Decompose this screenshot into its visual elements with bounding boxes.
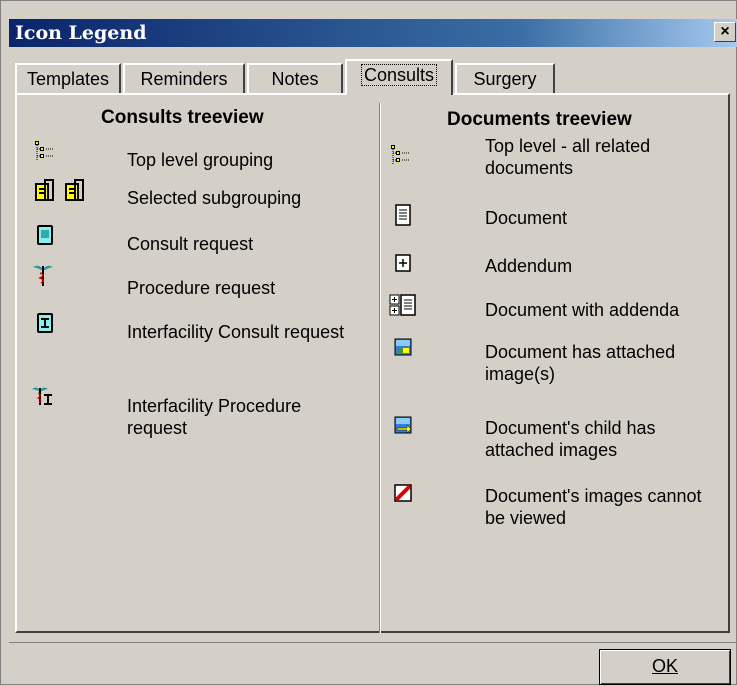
interfacility-consult-icon	[33, 311, 57, 335]
consults-heading: Consults treeview	[101, 107, 264, 128]
documents-item-label: Document has attached image(s)	[485, 342, 676, 384]
tab-surgery-label: Surgery	[473, 69, 537, 89]
tab-notes-label: Notes	[271, 69, 319, 89]
addendum-icon	[391, 251, 415, 275]
tab-panel-consults: Consults treeview Top level grouping Sel…	[15, 93, 730, 633]
documents-heading: Documents treeview	[447, 109, 632, 130]
caduceus-icon	[31, 263, 55, 287]
column-divider	[379, 103, 381, 633]
documents-item-label: Top level - all related documents	[485, 136, 651, 178]
documents-item-label: Document's child has attached images	[485, 418, 656, 460]
documents-item-label: Document	[485, 208, 568, 228]
document-addenda-icon	[389, 293, 417, 317]
child-image-icon	[391, 413, 415, 437]
consult-request-icon	[33, 223, 57, 247]
attached-image-icon	[391, 335, 415, 359]
tab-notes[interactable]: Notes	[247, 63, 343, 93]
consults-item-label: Interfacility Consult request	[127, 322, 345, 342]
interfacility-procedure-icon	[31, 385, 55, 409]
tab-consults[interactable]: Consults	[345, 59, 453, 95]
tab-templates[interactable]: Templates	[15, 63, 121, 93]
tab-surgery[interactable]: Surgery	[455, 63, 555, 93]
tab-templates-label: Templates	[26, 69, 110, 89]
documents-item-label: Document with addenda	[485, 300, 680, 320]
ok-button[interactable]: OK	[599, 649, 731, 685]
tree-grouping-icon	[33, 139, 57, 163]
tree-grouping-icon	[389, 143, 413, 167]
close-button[interactable]: ×	[714, 22, 736, 42]
icon-legend-window: Icon Legend × Templates Reminders Notes …	[0, 0, 737, 685]
image-unviewable-icon	[391, 481, 415, 505]
tab-reminders-label: Reminders	[140, 69, 228, 89]
documents-item-label: Document's images cannot be viewed	[485, 486, 702, 528]
tab-reminders[interactable]: Reminders	[123, 63, 245, 93]
documents-item-label: Addendum	[485, 256, 573, 276]
folder-pair-icon	[33, 179, 89, 203]
consults-item-label: Interfacility Procedure request	[127, 396, 302, 438]
consults-item-label: Selected subgrouping	[127, 188, 302, 208]
document-icon	[391, 203, 415, 227]
consults-item-label: Consult request	[127, 234, 254, 254]
window-title: Icon Legend	[15, 22, 147, 44]
consults-item-label: Procedure request	[127, 278, 276, 298]
consults-item-label: Top level grouping	[127, 150, 274, 170]
tab-consults-label: Consults	[360, 64, 438, 86]
title-bar: Icon Legend ×	[9, 19, 737, 47]
ok-button-label: OK	[651, 656, 678, 676]
